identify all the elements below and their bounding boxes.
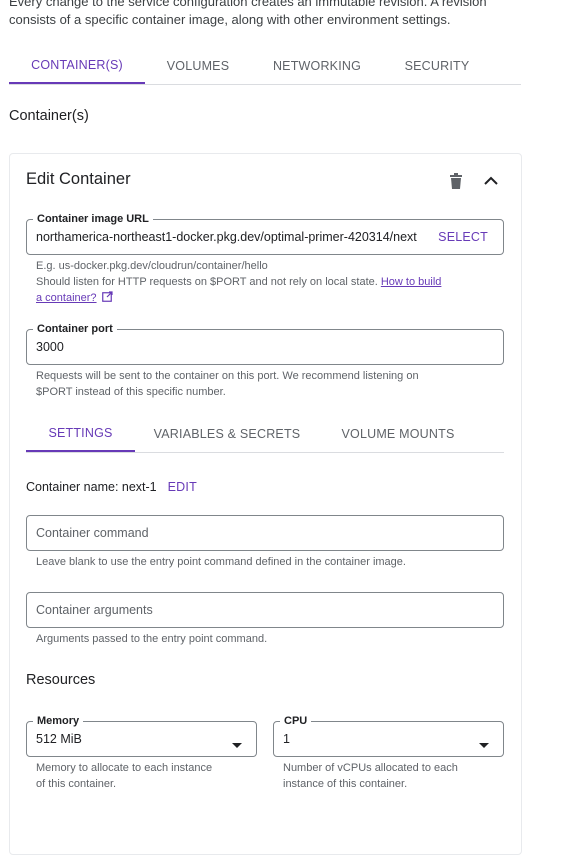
select-image-button[interactable]: SELECT bbox=[438, 220, 488, 254]
tab-volumes[interactable]: VOLUMES bbox=[153, 48, 243, 83]
cpu-value: 1 bbox=[283, 732, 290, 746]
main-tabs: CONTAINER(S) VOLUMES NETWORKING SECURITY bbox=[9, 48, 521, 85]
trash-icon[interactable] bbox=[445, 170, 467, 192]
intro-line-1: Every change to the service configuratio… bbox=[9, 0, 487, 9]
container-arguments-hint: Arguments passed to the entry point comm… bbox=[36, 633, 268, 645]
memory-hint: Memory to allocate to each instance of t… bbox=[36, 760, 251, 792]
container-arguments-input[interactable]: Container arguments bbox=[26, 592, 504, 628]
container-command-placeholder: Container command bbox=[36, 526, 149, 540]
cpu-hint-line-1: Number of vCPUs allocated to each bbox=[283, 762, 458, 774]
card-title: Edit Container bbox=[26, 170, 131, 188]
section-title: Container(s) bbox=[9, 108, 89, 124]
intro-text: Every change to the service configuratio… bbox=[9, 0, 509, 29]
image-url-hint: E.g. us-docker.pkg.dev/cloudrun/containe… bbox=[36, 258, 496, 307]
container-name-text: Container name: next-1 bbox=[26, 480, 157, 494]
external-link-icon[interactable] bbox=[101, 291, 113, 307]
container-subtabs: SETTINGS VARIABLES & SECRETS VOLUME MOUN… bbox=[26, 416, 504, 453]
memory-select[interactable]: Memory 512 MiB bbox=[26, 714, 257, 757]
image-url-hint-line-2: a container? bbox=[36, 290, 496, 307]
memory-hint-line-1: Memory to allocate to each instance bbox=[36, 762, 213, 774]
memory-dropdown-icon bbox=[232, 736, 242, 754]
cpu-hint-line-2: instance of this container. bbox=[283, 778, 408, 790]
how-to-build-link-part1[interactable]: How to build bbox=[381, 276, 442, 288]
container-arguments-placeholder: Container arguments bbox=[36, 603, 153, 617]
container-port-hint-line-1: Requests will be sent to the container o… bbox=[36, 370, 419, 382]
container-command-hint: Leave blank to use the entry point comma… bbox=[36, 556, 406, 568]
container-port-value: 3000 bbox=[36, 340, 64, 354]
memory-hint-line-2: of this container. bbox=[36, 778, 117, 790]
chevron-up-icon[interactable] bbox=[480, 170, 502, 192]
image-url-hint-text: Should listen for HTTP requests on $PORT… bbox=[36, 276, 378, 288]
edit-container-name-button[interactable]: EDIT bbox=[168, 480, 197, 494]
intro-line-2: consists of a specific container image, … bbox=[9, 12, 451, 27]
cpu-select[interactable]: CPU 1 bbox=[273, 714, 504, 757]
image-url-field[interactable]: Container image URL northamerica-northea… bbox=[26, 212, 504, 255]
image-url-hint-line: Should listen for HTTP requests on $PORT… bbox=[36, 274, 496, 290]
container-port-hint: Requests will be sent to the container o… bbox=[36, 368, 496, 400]
resources-title: Resources bbox=[26, 672, 96, 688]
cpu-dropdown-icon bbox=[479, 736, 489, 754]
tab-security[interactable]: SECURITY bbox=[393, 48, 481, 83]
image-url-value: northamerica-northeast1-docker.pkg.dev/o… bbox=[36, 230, 417, 244]
image-url-example: E.g. us-docker.pkg.dev/cloudrun/containe… bbox=[36, 260, 268, 272]
tab-networking[interactable]: NETWORKING bbox=[263, 48, 371, 83]
subtab-settings[interactable]: SETTINGS bbox=[26, 416, 135, 452]
container-port-hint-line-2: $PORT instead of this specific number. bbox=[36, 386, 226, 398]
container-port-field[interactable]: Container port 3000 bbox=[26, 322, 504, 365]
memory-value: 512 MiB bbox=[36, 732, 82, 746]
cpu-hint: Number of vCPUs allocated to each instan… bbox=[283, 760, 498, 792]
container-command-input[interactable]: Container command bbox=[26, 515, 504, 551]
how-to-build-link-part2[interactable]: a container? bbox=[36, 292, 97, 304]
subtab-volume-mounts[interactable]: VOLUME MOUNTS bbox=[332, 416, 464, 451]
container-name-row: Container name: next-1 EDIT bbox=[26, 480, 197, 494]
tab-containers[interactable]: CONTAINER(S) bbox=[9, 48, 145, 84]
subtab-variables-secrets[interactable]: VARIABLES & SECRETS bbox=[148, 416, 306, 451]
